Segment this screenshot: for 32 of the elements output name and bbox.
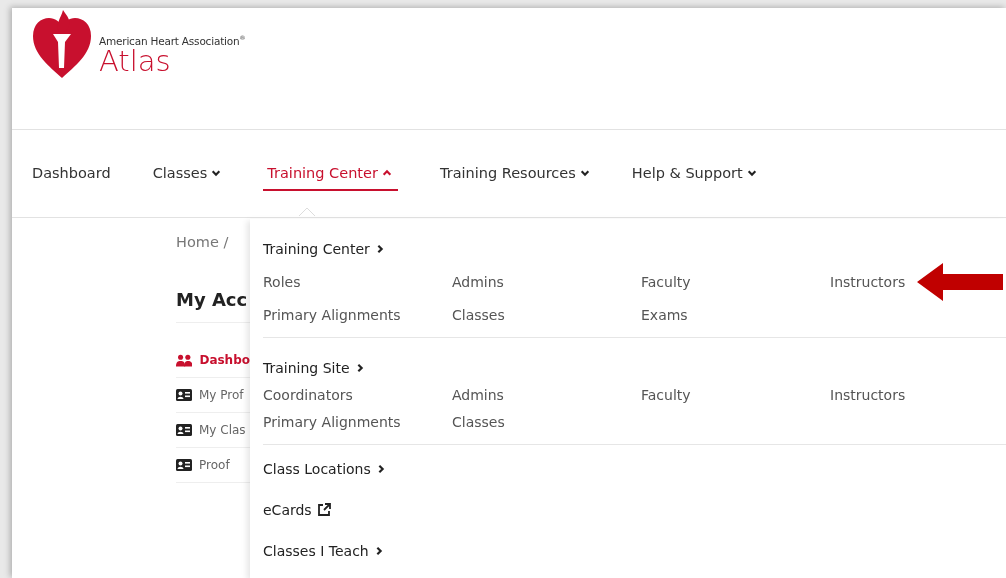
nav-tab[interactable]: Classes <box>152 156 222 191</box>
menu-link[interactable]: Classes <box>452 414 505 430</box>
menu-link[interactable]: Faculty <box>641 387 691 403</box>
nav-tab[interactable]: Dashboard <box>32 156 111 191</box>
menu-link[interactable]: Coordinators <box>263 387 353 403</box>
menu-link[interactable]: Faculty <box>641 274 691 290</box>
menu-link[interactable]: Primary Alignments <box>263 414 401 430</box>
menu-link[interactable]: Admins <box>452 274 504 290</box>
external-link-icon <box>316 503 331 517</box>
menu-link[interactable]: Instructors <box>830 387 906 403</box>
section-link[interactable]: Classes I Teach <box>263 543 384 559</box>
chevron-icon <box>381 167 392 178</box>
id-card-icon <box>176 389 192 401</box>
breadcrumb[interactable]: Home / <box>176 234 229 250</box>
menu-link[interactable]: Roles <box>263 274 301 290</box>
nav-tab[interactable]: Training Resources <box>439 156 590 191</box>
nav-tab[interactable]: Training Center <box>263 156 398 191</box>
menu-link[interactable]: Classes <box>452 307 505 323</box>
product-name: Atlas <box>99 45 171 76</box>
nav-tab[interactable]: Help & Support <box>631 156 757 191</box>
menu-link[interactable]: Exams <box>641 307 688 323</box>
section-link[interactable]: Training Site <box>263 360 365 376</box>
id-card-icon <box>176 424 192 436</box>
menu-link[interactable]: Admins <box>452 387 504 403</box>
organization-name: American Heart Association$^{®}$ <box>99 34 246 47</box>
section-link[interactable]: eCards <box>263 502 331 518</box>
menu-link[interactable]: Primary Alignments <box>263 307 401 323</box>
id-card-icon <box>176 459 192 471</box>
section-link[interactable]: Training Center <box>263 241 385 257</box>
people-icon <box>176 353 193 367</box>
menu-link[interactable]: Instructors <box>830 274 906 290</box>
section-link[interactable]: Class Locations <box>263 461 386 477</box>
